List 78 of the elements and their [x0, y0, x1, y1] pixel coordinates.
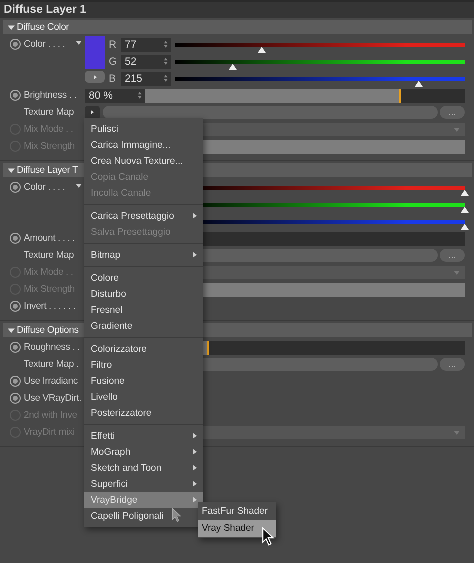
stepper-icon[interactable]: [164, 75, 168, 82]
field-label: Color . . . .: [24, 39, 66, 50]
stepper-icon[interactable]: [138, 92, 142, 99]
field-label: Texture Map: [24, 107, 74, 118]
menu-item[interactable]: Bitmap: [84, 247, 203, 263]
channel-label: B: [109, 72, 118, 84]
browse-button[interactable]: ...: [440, 358, 465, 371]
panel-title: Diffuse Layer 1: [0, 0, 474, 18]
menu-item[interactable]: Effetti: [84, 428, 203, 444]
field-label: Brightness . .: [24, 90, 77, 101]
stepper-icon[interactable]: [164, 41, 168, 48]
cursor-icon: [262, 527, 275, 547]
menu-item[interactable]: Colore: [84, 270, 203, 286]
number-field[interactable]: 215: [121, 72, 171, 86]
radio-icon[interactable]: [10, 90, 21, 101]
radio-icon[interactable]: [10, 39, 21, 50]
dropdown-arrow-icon[interactable]: [76, 184, 82, 188]
menu-item[interactable]: MoGraph: [84, 444, 203, 460]
field-label: Invert . . . . . .: [24, 301, 76, 312]
menu-item[interactable]: Colorizzatore: [84, 341, 203, 357]
menu-item[interactable]: Fusione: [84, 373, 203, 389]
field-label: Use VRayDirt.: [24, 393, 82, 404]
menu-item[interactable]: Carica Presettaggio: [84, 208, 203, 224]
arrow-icon: [94, 74, 96, 80]
menu-item[interactable]: Disturbo: [84, 286, 203, 302]
field-label: Use Irradianc: [24, 376, 78, 387]
texture-field[interactable]: [103, 106, 438, 119]
slider-thumb[interactable]: [461, 206, 469, 212]
submenu-arrow-icon: [193, 252, 197, 258]
section-title: Diffuse Color: [17, 22, 70, 32]
browse-button[interactable]: ...: [440, 106, 465, 119]
menu-item[interactable]: Sketch and Toon: [84, 460, 203, 476]
submenu-arrow-icon: [193, 497, 197, 503]
field-label: Texture Map: [24, 250, 74, 261]
slider-thumb[interactable]: [461, 224, 469, 230]
field-label: Texture Map .: [24, 359, 79, 370]
radio-icon[interactable]: [10, 376, 21, 387]
section-title: Diffuse Layer T: [17, 164, 78, 176]
section-title: Diffuse Options: [17, 324, 79, 336]
menu-item[interactable]: Superfici: [84, 476, 203, 492]
dropdown-arrow-icon: [454, 128, 460, 132]
arrow-icon: [91, 110, 94, 115]
menu-item[interactable]: Livello: [84, 389, 203, 405]
submenu-arrow-icon: [193, 465, 197, 471]
number-field[interactable]: 52: [121, 54, 171, 68]
submenu-arrow-icon: [193, 449, 197, 455]
menu-item[interactable]: Vray Shader: [198, 520, 276, 537]
radio-icon[interactable]: [10, 301, 21, 312]
field-label: Color . . . .: [24, 182, 66, 193]
menu-item[interactable]: Carica Immagine...: [84, 137, 203, 153]
submenu-arrow-icon: [193, 481, 197, 487]
submenu-arrow-icon: [193, 433, 197, 439]
number-field[interactable]: 77: [121, 38, 171, 52]
radio-icon[interactable]: [10, 182, 21, 193]
slider-thumb[interactable]: [461, 190, 469, 196]
cursor-icon: [172, 508, 182, 523]
channel-label: R: [109, 38, 118, 50]
texture-menu-button[interactable]: [85, 106, 100, 120]
color-picker-button[interactable]: [85, 71, 105, 83]
menu-item[interactable]: Filtro: [84, 357, 203, 373]
field-label: Amount . . . .: [24, 233, 76, 244]
dropdown-arrow-icon[interactable]: [76, 41, 82, 45]
menu-item[interactable]: Pulisci: [84, 121, 203, 137]
field-label: Roughness . .: [24, 342, 80, 353]
number-field[interactable]: 80 %: [85, 88, 145, 102]
section-header[interactable]: Diffuse Color: [3, 20, 472, 34]
stepper-icon[interactable]: [164, 58, 168, 65]
radio-icon[interactable]: [10, 393, 21, 404]
radio-icon[interactable]: [10, 342, 21, 353]
menu-item[interactable]: Posterizzatore: [84, 405, 203, 421]
color-swatch[interactable]: [85, 36, 105, 69]
channel-label: G: [109, 56, 118, 68]
menu-item[interactable]: Fresnel: [84, 302, 203, 318]
submenu-arrow-icon: [193, 213, 197, 219]
radio-icon[interactable]: [10, 233, 21, 244]
browse-button[interactable]: ...: [440, 249, 465, 262]
dropdown-arrow-icon: [454, 430, 460, 434]
dropdown-arrow-icon: [454, 270, 460, 274]
